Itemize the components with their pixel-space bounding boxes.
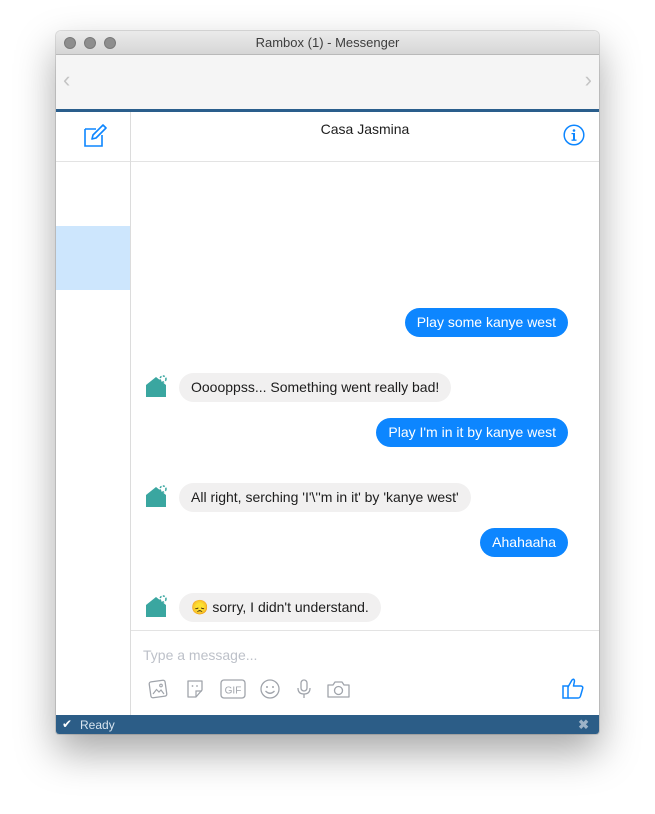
gif-icon[interactable]: GIF	[220, 678, 246, 700]
window-title: Rambox (1) - Messenger	[255, 35, 400, 50]
microphone-icon[interactable]	[293, 678, 315, 700]
conversation-sidebar	[56, 112, 131, 715]
chat-panel: Casa Jasmina Play some kanye west Oooopp…	[131, 112, 599, 715]
status-bar: ✔ Ready ✖	[56, 715, 599, 734]
close-window-button[interactable]	[64, 37, 76, 49]
chevron-right-icon[interactable]: ›	[585, 69, 592, 91]
title-bar: Rambox (1) - Messenger	[56, 31, 599, 55]
message-composer: GIF	[131, 630, 599, 716]
chat-header: Casa Jasmina	[131, 112, 599, 162]
incoming-message[interactable]: 😞 sorry, I didn't understand.	[179, 593, 381, 622]
photo-icon[interactable]	[147, 678, 169, 700]
incoming-message[interactable]: All right, serching 'I'\''m in it' by 'k…	[179, 483, 471, 512]
compose-icon[interactable]	[82, 123, 108, 149]
outgoing-message[interactable]: Play some kanye west	[404, 308, 568, 337]
incoming-message[interactable]: Ooooppss... Something went really bad!	[179, 373, 452, 402]
info-icon[interactable]	[563, 124, 585, 146]
outgoing-message[interactable]: Play I'm in it by kanye west	[376, 418, 568, 447]
navigation-bar: ‹ ›	[56, 55, 599, 112]
chat-title: Casa Jasmina	[320, 121, 410, 137]
close-icon[interactable]: ✖	[578, 717, 589, 733]
sticker-icon[interactable]	[184, 678, 206, 700]
chevron-left-icon[interactable]: ‹	[63, 69, 70, 91]
minimize-window-button[interactable]	[84, 37, 96, 49]
message-input[interactable]	[143, 647, 543, 663]
app-window: Rambox (1) - Messenger ‹ › Casa Jasmina	[56, 31, 599, 734]
zoom-window-button[interactable]	[104, 37, 116, 49]
bot-avatar-icon	[146, 375, 167, 397]
bot-avatar-icon	[146, 595, 167, 617]
thumbs-up-icon[interactable]	[561, 676, 585, 700]
status-text: Ready	[80, 718, 115, 732]
selected-conversation[interactable]	[56, 226, 130, 290]
gif-label: GIF	[225, 686, 242, 697]
disappointed-emoji: 😞	[191, 599, 209, 615]
camera-icon[interactable]	[326, 678, 351, 700]
outgoing-message[interactable]: Ahahaaha	[480, 528, 568, 557]
bot-avatar-icon	[146, 485, 167, 507]
checkmark-icon: ✔	[62, 717, 73, 731]
message-text: sorry, I didn't understand.	[212, 599, 369, 615]
emoji-icon[interactable]	[259, 678, 281, 700]
sidebar-header	[56, 112, 130, 162]
